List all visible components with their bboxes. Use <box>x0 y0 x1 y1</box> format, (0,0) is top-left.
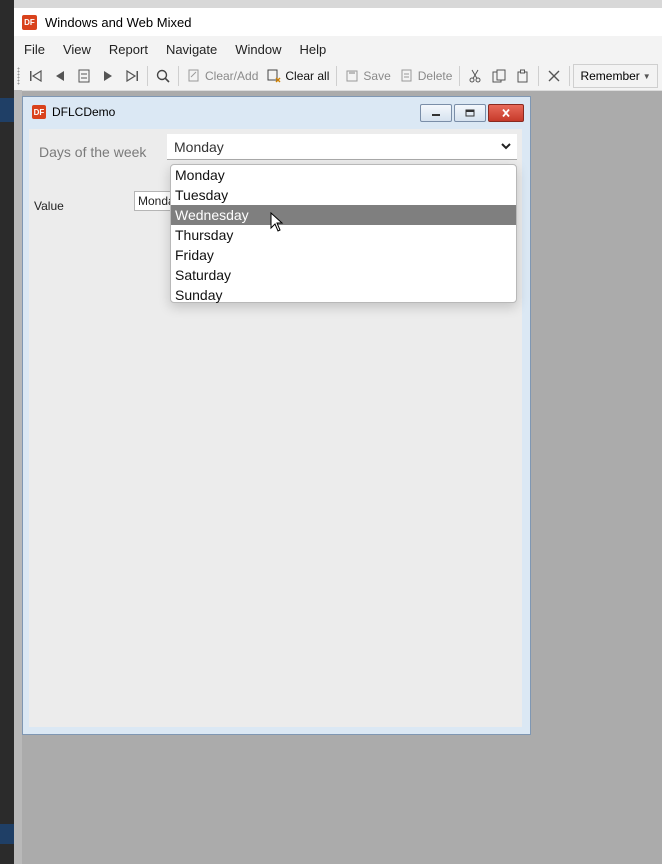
paste-button[interactable] <box>511 65 535 87</box>
clear-add-label: Clear/Add <box>205 69 259 83</box>
background-panel-tab <box>0 98 14 122</box>
toolbar: Clear/Add Clear all Save Delete Remember… <box>14 62 662 91</box>
remember-label: Remember <box>580 69 640 83</box>
mdi-left-edge <box>14 90 22 864</box>
menu-report[interactable]: Report <box>100 42 157 57</box>
close-icon <box>546 68 562 84</box>
search-icon <box>155 68 171 84</box>
toolbar-separator <box>336 66 338 86</box>
background-window-strip <box>0 0 662 8</box>
days-dropdown-list: Monday Tuesday Wednesday Thursday Friday… <box>170 164 517 303</box>
previous-record-button[interactable] <box>48 65 72 87</box>
menu-file[interactable]: File <box>14 42 54 57</box>
option-tuesday[interactable]: Tuesday <box>171 185 516 205</box>
first-record-icon <box>28 68 44 84</box>
toolbar-separator <box>569 66 571 86</box>
save-button[interactable]: Save <box>340 65 394 87</box>
child-logo-icon: DF <box>32 105 46 119</box>
days-of-week-label: Days of the week <box>39 144 147 160</box>
child-title: DFLCDemo <box>52 105 116 119</box>
toolbar-grip[interactable] <box>17 67 20 85</box>
clear-all-button[interactable]: Clear all <box>262 65 333 87</box>
app-title-bar: DF Windows and Web Mixed <box>14 8 662 36</box>
days-of-week-select[interactable]: Monday <box>167 134 517 160</box>
next-record-button[interactable] <box>96 65 120 87</box>
restore-icon <box>465 109 475 117</box>
copy-icon <box>491 68 507 84</box>
clear-add-button[interactable]: Clear/Add <box>182 65 262 87</box>
menu-navigate[interactable]: Navigate <box>157 42 226 57</box>
background-app-strip <box>0 0 14 864</box>
minimize-button[interactable] <box>420 104 452 122</box>
delete-label: Delete <box>417 69 453 83</box>
main-app-window: DF Windows and Web Mixed File View Repor… <box>14 8 662 864</box>
previous-record-icon <box>52 68 68 84</box>
toolbar-separator <box>459 66 461 86</box>
days-of-week-value: Monday <box>174 138 224 155</box>
toolbar-separator <box>147 66 148 86</box>
last-record-icon <box>124 68 140 84</box>
menu-help[interactable]: Help <box>291 42 336 57</box>
dflcdemo-window: DF DFLCDemo Days of the week Monday Valu… <box>22 96 531 735</box>
save-label: Save <box>363 69 391 83</box>
find-button[interactable] <box>151 65 175 87</box>
option-wednesday[interactable]: Wednesday <box>171 205 516 225</box>
close-icon <box>502 109 510 117</box>
save-icon <box>344 68 360 84</box>
copy-button[interactable] <box>487 65 511 87</box>
scissors-icon <box>467 68 483 84</box>
app-title: Windows and Web Mixed <box>45 14 192 30</box>
app-logo-icon: DF <box>22 14 37 30</box>
clear-all-label: Clear all <box>285 69 330 83</box>
value-field[interactable]: Monday <box>134 191 174 211</box>
toolbar-separator <box>178 66 179 86</box>
close-window-button[interactable] <box>488 104 524 122</box>
minimize-icon <box>432 114 440 116</box>
mouse-cursor-icon <box>270 212 284 232</box>
paste-icon <box>515 68 531 84</box>
last-record-button[interactable] <box>120 65 144 87</box>
restore-button[interactable] <box>454 104 486 122</box>
list-icon <box>76 68 92 84</box>
child-title-bar[interactable]: DF DFLCDemo <box>23 97 530 127</box>
prompt-list-button[interactable] <box>72 65 96 87</box>
option-thursday[interactable]: Thursday <box>171 225 516 245</box>
background-panel-tab <box>0 824 14 844</box>
next-record-icon <box>100 68 116 84</box>
chevron-down-icon: ▼ <box>642 71 651 81</box>
toolbar-separator <box>538 66 540 86</box>
cut-button[interactable] <box>463 65 487 87</box>
delete-icon <box>399 68 415 84</box>
option-friday[interactable]: Friday <box>171 245 516 265</box>
clear-add-icon <box>186 68 202 84</box>
window-controls <box>420 104 524 122</box>
chevron-down-icon <box>501 143 511 150</box>
remember-dropdown[interactable]: Remember ▼ <box>573 64 658 88</box>
menu-bar: File View Report Navigate Window Help <box>14 36 662 62</box>
menu-view[interactable]: View <box>54 42 100 57</box>
option-sunday[interactable]: Sunday <box>171 285 516 305</box>
option-saturday[interactable]: Saturday <box>171 265 516 285</box>
clear-all-icon <box>266 68 282 84</box>
first-record-button[interactable] <box>24 65 48 87</box>
value-label: Value <box>34 199 64 213</box>
option-monday[interactable]: Monday <box>171 165 516 185</box>
menu-window[interactable]: Window <box>226 42 290 57</box>
delete-button[interactable]: Delete <box>395 65 457 87</box>
close-view-button[interactable] <box>542 65 566 87</box>
